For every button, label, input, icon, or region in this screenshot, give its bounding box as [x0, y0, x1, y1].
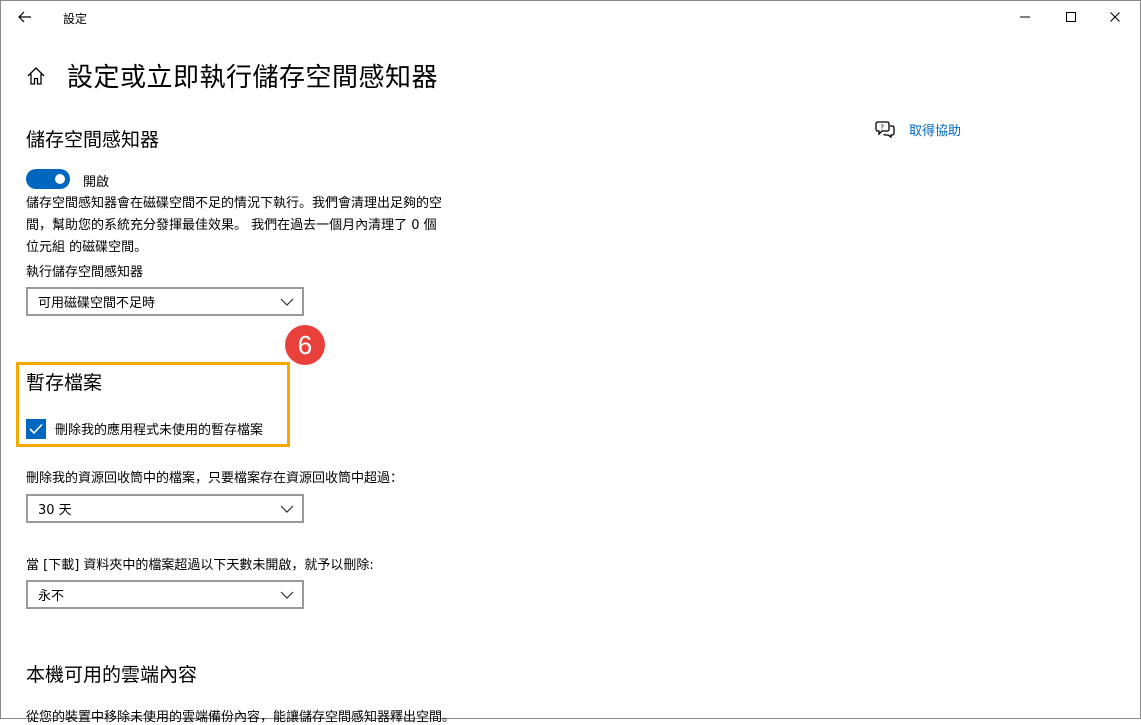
recycle-bin-value: 30 天 — [38, 503, 72, 518]
svg-text:?: ? — [880, 124, 884, 132]
home-button[interactable] — [21, 61, 51, 91]
temp-files-title: 暫存檔案 — [26, 372, 103, 394]
toggle-state-label: 開啟 — [83, 175, 110, 190]
run-storage-sense-dropdown[interactable]: 可用磁碟空間不足時 — [26, 287, 304, 316]
downloads-label: 當 [下載] 資料夾中的檔案超過以下天數未開啟，就予以刪除: — [26, 558, 374, 573]
storage-sense-title: 儲存空間感知器 — [26, 129, 160, 151]
cloud-content-title: 本機可用的雲端內容 — [26, 664, 198, 686]
recycle-bin-dropdown[interactable]: 30 天 — [26, 494, 304, 523]
downloads-value: 永不 — [38, 589, 65, 604]
maximize-icon — [1066, 12, 1076, 22]
maximize-button[interactable] — [1053, 3, 1089, 31]
window-title: 設定 — [63, 12, 88, 26]
description-line-3: 位元組 的磁碟空間。 — [26, 240, 148, 255]
close-button[interactable] — [1097, 3, 1133, 31]
get-help-link[interactable]: 取得協助 — [909, 120, 961, 139]
minimize-button[interactable] — [1007, 3, 1043, 31]
help-icon-wrap[interactable]: ? — [873, 118, 897, 140]
close-icon — [1110, 12, 1120, 22]
minimize-icon — [1020, 16, 1030, 18]
chat-help-icon: ? — [875, 121, 895, 138]
home-icon — [27, 67, 45, 85]
storage-sense-toggle[interactable] — [26, 169, 70, 189]
chevron-down-icon — [272, 505, 302, 513]
back-button[interactable] — [9, 5, 41, 29]
run-storage-sense-label: 執行儲存空間感知器 — [26, 265, 144, 280]
run-storage-sense-value: 可用磁碟空間不足時 — [38, 296, 156, 311]
step-number-badge: 6 — [285, 325, 325, 365]
cloud-content-description: 從您的裝置中移除未使用的雲端備份內容，能讓儲存空間感知器釋出空間。 — [26, 710, 456, 725]
delete-temp-files-checkbox[interactable] — [26, 419, 46, 439]
storage-sense-description: 儲存空間感知器會在磁碟空間不足的情況下執行。我們會清理出足夠的空 間，幫助您的系… — [26, 193, 486, 259]
downloads-dropdown[interactable]: 永不 — [26, 580, 304, 609]
chevron-down-icon — [272, 298, 302, 306]
settings-window: 設定 設定或立即執行儲存空間感知器 ? 取得協助 儲存空間感知器 開啟 儲存空間… — [0, 0, 1141, 725]
delete-temp-files-label[interactable]: 刪除我的應用程式未使用的暫存檔案 — [55, 419, 263, 438]
back-arrow-icon — [18, 11, 31, 23]
page-title: 設定或立即執行儲存空間感知器 — [67, 63, 439, 93]
toggle-knob — [55, 174, 65, 184]
recycle-bin-label: 刪除我的資源回收筒中的檔案，只要檔案存在資源回收筒中超過： — [26, 471, 404, 486]
chevron-down-icon — [272, 591, 302, 599]
description-line-1: 儲存空間感知器會在磁碟空間不足的情況下執行。我們會清理出足夠的空 — [26, 196, 443, 211]
checkmark-icon — [29, 423, 43, 435]
description-line-2: 間，幫助您的系統充分發揮最佳效果。 我們在過去一個月內清理了 0 個 — [26, 218, 437, 233]
